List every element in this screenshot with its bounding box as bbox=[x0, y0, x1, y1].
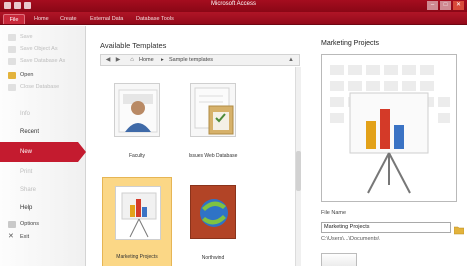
ribbon-tab-row: File Home Create External Data Database … bbox=[0, 12, 467, 25]
options-command[interactable]: Options bbox=[0, 219, 86, 230]
open-command[interactable]: Open bbox=[0, 70, 86, 81]
window-controls: – □ ✕ bbox=[427, 1, 464, 10]
scrollbar-thumb[interactable] bbox=[296, 151, 301, 191]
marketing-projects-template-icon bbox=[115, 186, 161, 240]
save-database-as-label: Save Database As bbox=[20, 58, 66, 64]
save-location-path: C:\Users\...\Documents\ bbox=[321, 236, 380, 242]
template-navigation-bar: ◀ ▶ ⌂ Home ▸ Sample templates ▲ bbox=[100, 54, 300, 66]
scroll-up-icon[interactable]: ▲ bbox=[287, 57, 295, 64]
tab-file[interactable]: File bbox=[3, 14, 25, 24]
template-tile-issues-web-database[interactable]: Issues Web Database bbox=[178, 75, 248, 165]
close-database-command[interactable]: Close Database bbox=[0, 82, 86, 93]
save-database-icon bbox=[8, 58, 16, 65]
issues-template-icon bbox=[190, 83, 236, 137]
template-gallery: Faculty Issues Web Database Marketing Pr… bbox=[100, 67, 295, 266]
template-label: Faculty bbox=[128, 153, 146, 159]
open-label: Open bbox=[20, 72, 34, 78]
save-object-icon bbox=[8, 46, 16, 53]
template-label: Northwind bbox=[201, 255, 225, 261]
title-bar: Microsoft Access – □ ✕ bbox=[0, 0, 467, 12]
back-arrow-icon[interactable]: ◀ bbox=[104, 57, 112, 64]
template-label: Issues Web Database bbox=[188, 153, 238, 159]
options-label: Options bbox=[20, 221, 39, 227]
save-icon bbox=[8, 34, 16, 41]
exit-icon: ✕ bbox=[8, 233, 14, 240]
tab-create[interactable]: Create bbox=[60, 14, 77, 24]
nav-recent[interactable]: Recent bbox=[0, 122, 86, 142]
exit-label: Exit bbox=[20, 234, 30, 240]
save-database-as-command[interactable]: Save Database As bbox=[0, 56, 86, 67]
tab-database-tools[interactable]: Database Tools bbox=[136, 14, 174, 24]
template-preview-image bbox=[321, 54, 457, 202]
template-tile-marketing-projects[interactable]: Marketing Projects bbox=[102, 177, 172, 266]
faculty-template-icon bbox=[114, 83, 160, 137]
nav-info[interactable]: Info bbox=[0, 104, 86, 124]
file-name-label: File Name bbox=[321, 210, 347, 216]
maximize-icon[interactable]: □ bbox=[440, 1, 451, 10]
breadcrumb-home[interactable]: Home bbox=[139, 57, 154, 64]
home-icon[interactable]: ⌂ bbox=[128, 57, 136, 64]
options-icon bbox=[8, 221, 16, 228]
available-templates-heading: Available Templates bbox=[100, 41, 167, 50]
breadcrumb-separator-icon: ▸ bbox=[161, 57, 164, 63]
browse-folder-icon[interactable] bbox=[453, 222, 465, 235]
backstage-nav: Save Save Object As Save Database As Ope… bbox=[0, 26, 86, 266]
nav-new[interactable]: New bbox=[0, 142, 86, 162]
nav-share[interactable]: Share bbox=[0, 180, 86, 200]
close-icon[interactable]: ✕ bbox=[453, 1, 464, 10]
minimize-icon[interactable]: – bbox=[427, 1, 438, 10]
tab-external-data[interactable]: External Data bbox=[90, 14, 123, 24]
window-title: Microsoft Access bbox=[210, 1, 256, 7]
file-name-input[interactable]: Marketing Projects bbox=[321, 222, 451, 233]
northwind-template-icon bbox=[190, 185, 236, 239]
template-tile-northwind[interactable]: Northwind bbox=[178, 177, 248, 266]
preview-title: Marketing Projects bbox=[321, 40, 379, 47]
save-object-as-command[interactable]: Save Object As bbox=[0, 44, 86, 55]
save-object-as-label: Save Object As bbox=[20, 46, 58, 52]
template-tile-faculty[interactable]: Faculty bbox=[102, 75, 172, 165]
close-database-icon bbox=[8, 84, 16, 91]
save-command[interactable]: Save bbox=[0, 32, 86, 43]
tab-home[interactable]: Home bbox=[34, 14, 49, 24]
save-command-label: Save bbox=[20, 34, 33, 40]
template-gallery-scrollbar[interactable] bbox=[295, 67, 301, 266]
nav-print[interactable]: Print bbox=[0, 162, 86, 182]
folder-open-icon bbox=[8, 72, 16, 79]
breadcrumb-sample-templates[interactable]: Sample templates bbox=[169, 57, 213, 64]
forward-arrow-icon[interactable]: ▶ bbox=[114, 57, 122, 64]
template-label: Marketing Projects bbox=[116, 254, 158, 260]
create-button[interactable] bbox=[321, 253, 357, 266]
nav-help[interactable]: Help bbox=[0, 198, 86, 218]
exit-command[interactable]: ✕ Exit bbox=[0, 232, 86, 243]
close-database-label: Close Database bbox=[20, 84, 60, 90]
